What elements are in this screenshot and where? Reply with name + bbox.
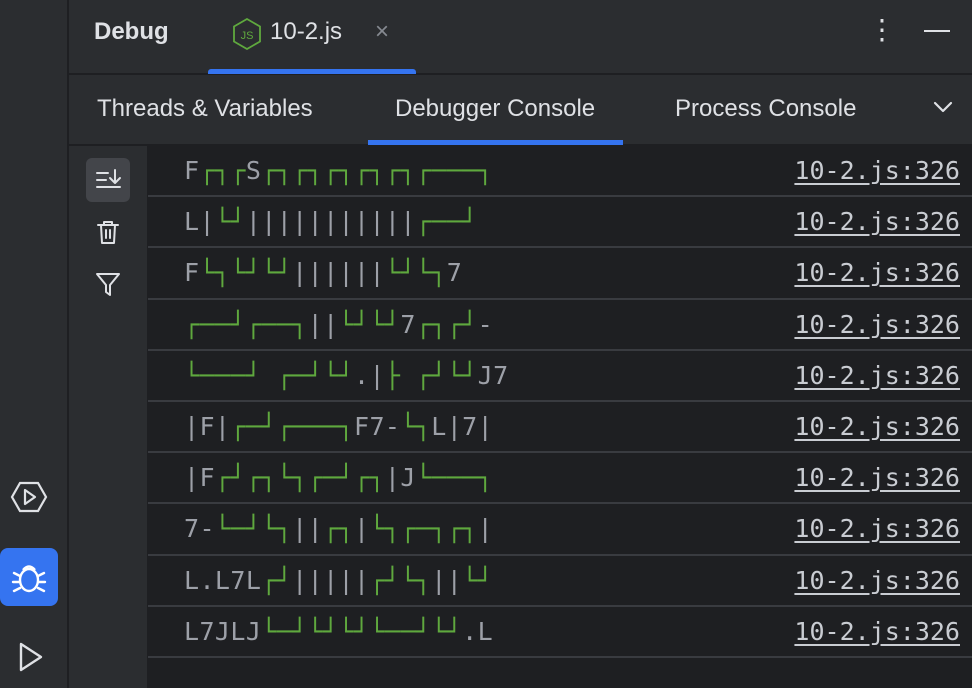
scroll-to-end-button[interactable] [86,158,130,202]
chevron-down-icon[interactable] [932,99,954,115]
console-message: L7JLJ└─┘└┘└┘└──┘└┘.L [184,616,494,646]
tab-label: Process Console [675,95,857,122]
console-message: |F┌┘┌┐└┐┌─┘┌┐|J└───┐ [184,463,494,493]
console-row: └───┘ ┌─┘└┘.|├ ┌┘└┘J7 10-2.js:326 [148,351,972,402]
debug-tool-button[interactable] [0,548,58,606]
run-icon [19,642,43,672]
source-link[interactable]: 10-2.js:326 [794,310,960,339]
console-row: L.L7L┌┘|||||┌┘└┐||└┘ 10-2.js:326 [148,556,972,607]
svg-text:JS: JS [241,30,254,42]
console-message: L.L7L┌┘|||||┌┘└┐||└┘ [184,565,494,595]
source-link[interactable]: 10-2.js:326 [794,361,960,390]
trash-icon [97,221,119,244]
console-row: L|└┘|||||||||||┌──┘ 10-2.js:326 [148,197,972,249]
tab-debugger-console[interactable]: Debugger Console [368,75,624,145]
debug-subtabs: Threads & Variables Debugger Console Pro… [69,75,972,145]
console-message: |F|┌─┘┌───┐F7-└┐L|7| [184,411,494,441]
source-link[interactable]: 10-2.js:326 [794,617,960,646]
source-link[interactable]: 10-2.js:326 [794,156,960,185]
console-row: L7JLJ└─┘└┘└┘└──┘└┘.L 10-2.js:326 [148,607,972,658]
console-message: L|└┘|||||||||||┌──┘ [184,207,478,237]
source-link[interactable]: 10-2.js:326 [794,207,960,236]
source-link[interactable]: 10-2.js:326 [794,258,960,287]
source-link[interactable]: 10-2.js:326 [794,412,960,441]
tab-threads-variables[interactable]: Threads & Variables [97,75,313,145]
panel-title: Debug [94,18,169,45]
source-link[interactable]: 10-2.js:326 [794,514,960,543]
console-row: |F|┌─┘┌───┐F7-└┐L|7| 10-2.js:326 [148,402,972,454]
console-message: F┌┐┌S┌┐┌┐┌┐┌┐┌┐┌───┐ [184,156,494,185]
tab-label: 10-2.js [270,18,343,45]
console-row: |F┌┘┌┐└┐┌─┘┌┐|J└───┐ 10-2.js:326 [148,453,972,505]
run-tool-button[interactable] [0,628,58,686]
console-row: F┌┐┌S┌┐┌┐┌┐┌┐┌┐┌───┐ 10-2.js:326 [148,146,972,198]
scroll-to-end-icon [96,169,121,188]
close-tab-icon[interactable]: × [375,20,389,44]
active-tab-indicator [208,69,416,74]
source-link[interactable]: 10-2.js:326 [794,463,960,492]
console-message: └───┘ ┌─┘└┘.|├ ┌┘└┘J7 [184,360,509,390]
javascript-file-icon: JS [233,18,261,50]
console-message: ┌──┘┌──┐||└┘└┘7┌┐┌┘- [184,309,494,339]
minimize-icon[interactable] [924,30,950,32]
console-message: 7-└─┘└┐||┌┐|└┐┌─┐┌┐| [184,514,494,544]
debug-icon [11,565,47,593]
console-message: F└┐└┘└┘||||||└┘└┐7 [184,258,463,288]
more-options-icon[interactable]: ⋮ [868,16,896,44]
console-row: 7-└─┘└┐||┌┐|└┐┌─┐┌┐| 10-2.js:326 [148,504,972,556]
tab-process-console[interactable]: Process Console [675,75,856,145]
console-output[interactable]: F┌┐┌S┌┐┌┐┌┐┌┐┌┐┌───┐ 10-2.js:326 L|└┘|||||… [148,146,972,658]
filter-button[interactable] [86,262,130,306]
filter-icon [96,273,120,296]
tab-10-2-js[interactable]: JS 10-2.js × [208,0,416,74]
console-toolbar [69,146,147,688]
services-button[interactable] [0,468,58,526]
debug-header: Debug JS 10-2.js × ⋮ [69,0,972,74]
clear-console-button[interactable] [86,210,130,254]
console-row: F└┐└┘└┘||||||└┘└┐7 10-2.js:326 [148,248,972,300]
tab-label: Debugger Console [395,95,596,122]
source-link[interactable]: 10-2.js:326 [794,566,960,595]
services-icon [10,481,48,513]
tab-label: Threads & Variables [97,95,313,122]
left-tool-stripe [0,0,68,688]
console-row: ┌──┘┌──┐||└┘└┘7┌┐┌┘- 10-2.js:326 [148,300,972,351]
active-tab-indicator [368,140,624,145]
